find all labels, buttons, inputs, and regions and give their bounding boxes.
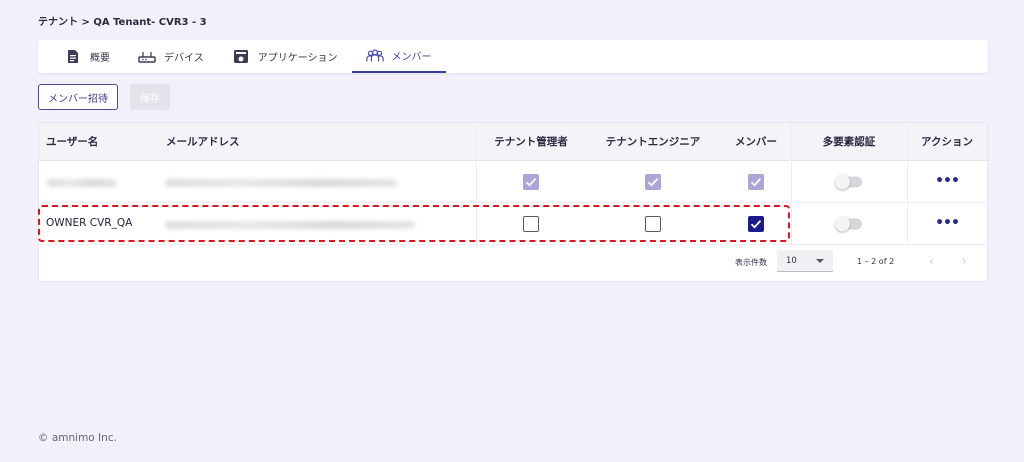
footer-copyright: © amnimo Inc. (38, 432, 117, 444)
redacted-email (165, 179, 397, 187)
members-table: ユーザー名 メールアドレス テナント管理者 テナントエンジニア メンバー 多要素… (38, 122, 988, 282)
breadcrumb: テナント > QA Tenant- CVR3 - 3 (38, 17, 207, 28)
toggle-knob (835, 174, 850, 190)
column-mfa: 多要素認証 (822, 136, 876, 148)
rows-per-page-value: 10 (786, 256, 797, 266)
tab-members[interactable]: メンバー (351, 40, 446, 73)
document-icon (64, 49, 82, 65)
router-icon (138, 49, 156, 65)
pagination-range: 1 – 2 of 2 (857, 257, 895, 266)
tab-label: アプリケーション (257, 53, 338, 64)
rows-per-page-label: 表示件数 (735, 258, 767, 267)
rows-per-page-select[interactable]: 10 (777, 250, 833, 272)
tab-devices[interactable]: デバイス (124, 40, 218, 73)
column-tenant-admin: テナント管理者 (494, 136, 568, 148)
column-action: アクション (921, 136, 973, 148)
chevron-down-icon (816, 259, 824, 263)
highlight-annotation (38, 205, 790, 242)
chevron-left-icon[interactable]: ‹ (929, 255, 934, 267)
more-dots-icon[interactable]: ••• (935, 174, 960, 188)
tab-bar: 概要 デバイス アプリケーション メンバー (38, 40, 988, 73)
tenant-admin-checkbox[interactable] (523, 174, 539, 190)
app-window-icon (232, 49, 250, 65)
invite-member-button[interactable]: メンバー招待 (38, 84, 118, 110)
tab-label: デバイス (164, 53, 204, 64)
more-dots-icon[interactable]: ••• (935, 216, 960, 230)
table-row: ••• (39, 161, 987, 203)
column-email[interactable]: メールアドレス (166, 123, 240, 161)
table-header: ユーザー名 メールアドレス テナント管理者 テナントエンジニア メンバー 多要素… (39, 123, 987, 161)
mfa-toggle[interactable] (835, 216, 862, 232)
tab-applications[interactable]: アプリケーション (218, 40, 352, 73)
column-username[interactable]: ユーザー名 (46, 123, 98, 161)
column-tenant-engineer: テナントエンジニア (605, 136, 701, 148)
member-checkbox[interactable] (748, 174, 764, 190)
tab-label: メンバー (391, 52, 432, 63)
tab-overview[interactable]: 概要 (60, 40, 124, 73)
people-icon (365, 48, 384, 64)
tab-label: 概要 (90, 53, 110, 64)
save-button[interactable]: 保存 (130, 84, 170, 110)
toggle-knob (835, 216, 850, 232)
mfa-toggle[interactable] (835, 174, 862, 190)
redacted-username (47, 179, 117, 187)
column-member: メンバー (735, 136, 777, 148)
tenant-engineer-checkbox[interactable] (645, 174, 661, 190)
chevron-right-icon[interactable]: › (962, 255, 967, 267)
